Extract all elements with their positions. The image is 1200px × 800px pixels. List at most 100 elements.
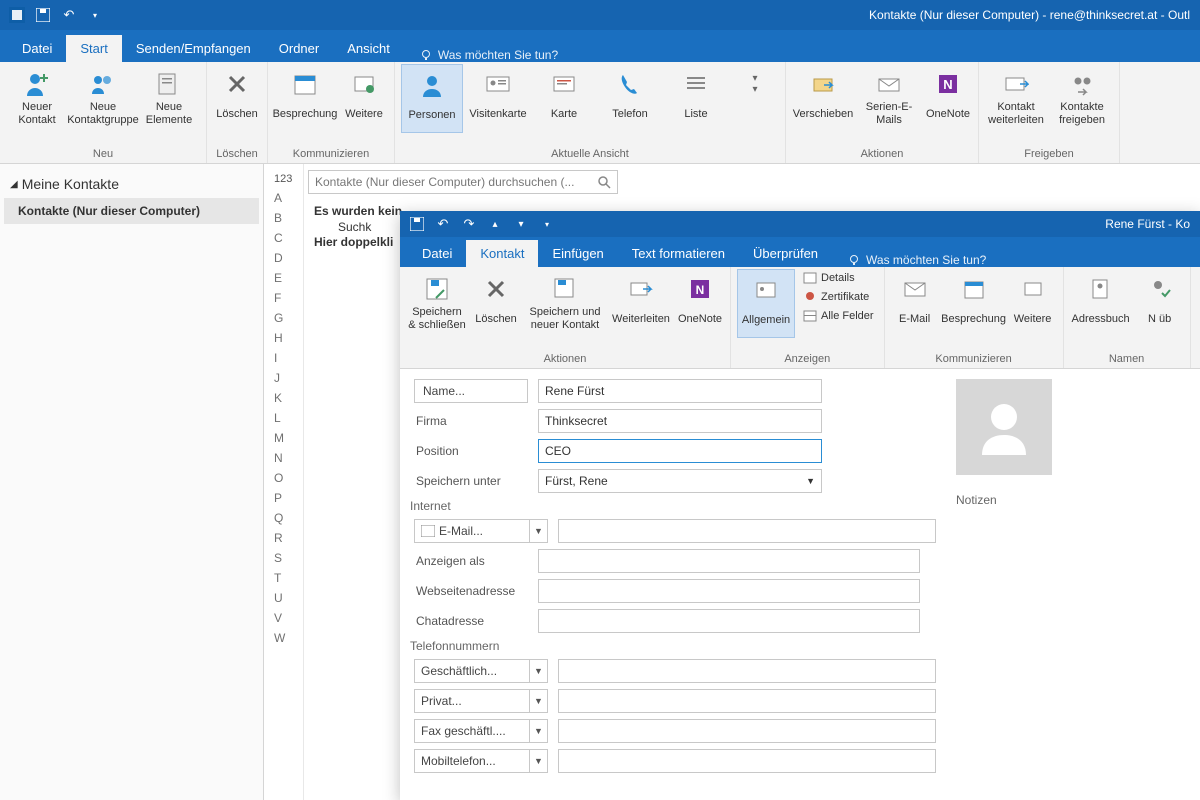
tab-text[interactable]: Text formatieren xyxy=(618,240,739,267)
view-liste-button[interactable]: Liste xyxy=(665,64,727,131)
save-close-button[interactable]: Speichern & schließen xyxy=(406,269,468,336)
view-telefon-button[interactable]: Telefon xyxy=(599,64,661,131)
alpha-W[interactable]: W xyxy=(264,628,303,648)
view-gallery-more[interactable]: ▾▾ xyxy=(731,64,779,131)
alpha-D[interactable]: D xyxy=(264,248,303,268)
certificates-button[interactable]: Zertifikate xyxy=(799,288,878,306)
tab-ordner[interactable]: Ordner xyxy=(265,35,333,62)
qat-more-icon[interactable]: ▾ xyxy=(86,6,104,24)
alpha-R[interactable]: R xyxy=(264,528,303,548)
share-contacts-button[interactable]: Kontakte freigeben xyxy=(1051,64,1113,131)
all-fields-button[interactable]: Alle Felder xyxy=(799,307,878,325)
tab-start[interactable]: Start xyxy=(66,35,121,62)
addressbook-button[interactable]: Adressbuch xyxy=(1070,269,1132,336)
tab-ueberpruefen[interactable]: Überprüfen xyxy=(739,240,832,267)
delete-button[interactable]: Löschen xyxy=(472,269,520,336)
view-visitenkarte-button[interactable]: Visitenkarte xyxy=(467,64,529,131)
full-name-field[interactable] xyxy=(538,379,822,403)
alpha-Q[interactable]: Q xyxy=(264,508,303,528)
alpha-K[interactable]: K xyxy=(264,388,303,408)
phone-fax-field[interactable] xyxy=(558,719,936,743)
view-personen-button[interactable]: Personen xyxy=(401,64,463,133)
name-picker-button[interactable]: Name... xyxy=(414,379,528,403)
meeting-button[interactable]: Besprechung xyxy=(274,64,336,131)
phone-business-field[interactable] xyxy=(558,659,936,683)
new-contact-button[interactable]: Neuer Kontakt xyxy=(6,64,68,131)
alpha-V[interactable]: V xyxy=(264,608,303,628)
alpha-J[interactable]: J xyxy=(264,368,303,388)
forward-button[interactable]: Weiterleiten xyxy=(610,269,672,336)
alpha-S[interactable]: S xyxy=(264,548,303,568)
save-icon[interactable] xyxy=(408,215,426,233)
details-button[interactable]: Details xyxy=(799,269,878,287)
undo-icon[interactable]: ↶ xyxy=(60,6,78,24)
email-field[interactable] xyxy=(558,519,936,543)
group-title-freigeben: Freigeben xyxy=(985,146,1113,163)
mailmerge-button[interactable]: Serien-E-Mails xyxy=(858,64,920,131)
onenote-button[interactable]: NOneNote xyxy=(924,64,972,131)
more-comm-button[interactable]: Weitere xyxy=(340,64,388,131)
alpha-F[interactable]: F xyxy=(264,288,303,308)
up-icon[interactable]: ▴ xyxy=(486,215,504,233)
email-button[interactable]: E-Mail xyxy=(891,269,939,336)
alpha-L[interactable]: L xyxy=(264,408,303,428)
search-input[interactable]: Kontakte (Nur dieser Computer) durchsuch… xyxy=(308,170,618,194)
new-contact-group-button[interactable]: Neue Kontaktgruppe xyxy=(72,64,134,131)
undo-icon[interactable]: ↶ xyxy=(434,215,452,233)
allgemein-button[interactable]: Allgemein xyxy=(737,269,795,338)
alpha-H[interactable]: H xyxy=(264,328,303,348)
nav-folder-item[interactable]: Kontakte (Nur dieser Computer) xyxy=(4,198,259,224)
alpha-U[interactable]: U xyxy=(264,588,303,608)
redo-icon[interactable]: ↷ xyxy=(460,215,478,233)
alpha-B[interactable]: B xyxy=(264,208,303,228)
job-title-field[interactable] xyxy=(538,439,822,463)
tab-einfuegen[interactable]: Einfügen xyxy=(538,240,617,267)
email-type-button[interactable]: E-Mail...▼ xyxy=(414,519,548,543)
alpha-M[interactable]: M xyxy=(264,428,303,448)
new-items-button[interactable]: Neue Elemente xyxy=(138,64,200,131)
contact-photo[interactable] xyxy=(956,379,1052,475)
view-karte-button[interactable]: Karte xyxy=(533,64,595,131)
tab-senden[interactable]: Senden/Empfangen xyxy=(122,35,265,62)
forward-contact-button[interactable]: Kontakt weiterleiten xyxy=(985,64,1047,131)
tab-ansicht[interactable]: Ansicht xyxy=(333,35,404,62)
delete-button[interactable]: Löschen xyxy=(213,64,261,131)
file-as-dropdown[interactable]: Fürst, Rene▼ xyxy=(538,469,822,493)
save-new-button[interactable]: Speichern und neuer Kontakt xyxy=(524,269,606,336)
onenote-button[interactable]: NOneNote xyxy=(676,269,724,336)
tab-datei[interactable]: Datei xyxy=(8,35,66,62)
phone-business-button[interactable]: Geschäftlich...▼ xyxy=(414,659,548,683)
phone-mobile-button[interactable]: Mobiltelefon...▼ xyxy=(414,749,548,773)
more-comm-button[interactable]: Weitere xyxy=(1009,269,1057,336)
alpha-O[interactable]: O xyxy=(264,468,303,488)
alpha-C[interactable]: C xyxy=(264,228,303,248)
tab-datei[interactable]: Datei xyxy=(408,240,466,267)
nav-header[interactable]: ◢ Meine Kontakte xyxy=(4,170,259,198)
display-as-field[interactable] xyxy=(538,549,920,573)
qat-more-icon[interactable]: ▾ xyxy=(538,215,556,233)
tell-me[interactable]: Was möchten Sie tun? xyxy=(420,48,558,62)
lightbulb-icon xyxy=(848,254,860,266)
tell-me[interactable]: Was möchten Sie tun? xyxy=(848,253,986,267)
alpha-E[interactable]: E xyxy=(264,268,303,288)
down-icon[interactable]: ▾ xyxy=(512,215,530,233)
alpha-P[interactable]: P xyxy=(264,488,303,508)
alpha-I[interactable]: I xyxy=(264,348,303,368)
phone-home-field[interactable] xyxy=(558,689,936,713)
alpha-T[interactable]: T xyxy=(264,568,303,588)
phone-home-button[interactable]: Privat...▼ xyxy=(414,689,548,713)
tab-kontakt[interactable]: Kontakt xyxy=(466,240,538,267)
meeting-button[interactable]: Besprechung xyxy=(943,269,1005,336)
save-icon[interactable] xyxy=(34,6,52,24)
im-field[interactable] xyxy=(538,609,920,633)
alpha-123[interactable]: 123 xyxy=(264,170,303,188)
phone-fax-button[interactable]: Fax geschäftl....▼ xyxy=(414,719,548,743)
phone-mobile-field[interactable] xyxy=(558,749,936,773)
move-button[interactable]: Verschieben xyxy=(792,64,854,131)
company-field[interactable] xyxy=(538,409,822,433)
check-names-button[interactable]: N üb xyxy=(1136,269,1184,336)
alpha-G[interactable]: G xyxy=(264,308,303,328)
webpage-field[interactable] xyxy=(538,579,920,603)
alpha-A[interactable]: A xyxy=(264,188,303,208)
alpha-N[interactable]: N xyxy=(264,448,303,468)
